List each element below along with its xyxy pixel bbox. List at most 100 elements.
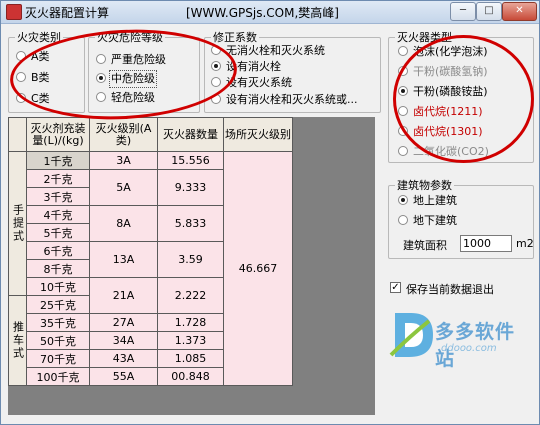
save-checkbox-label: 保存当前数据退出 [406, 283, 494, 296]
table-cell-capacity[interactable]: 6千克 [26, 241, 90, 260]
title-bar: 灭火器配置计算 [WWW.GPSjs.COM,樊高峰] ─ □ ✕ [1, 1, 539, 24]
table-cell-level[interactable]: 13A [89, 241, 158, 278]
group-label-handheld: 手提式 [8, 151, 27, 296]
table-cell-site-level[interactable]: 46.667 [223, 151, 293, 386]
table-cell-count[interactable]: 15.556 [157, 151, 224, 170]
watermark-logo-icon [389, 313, 433, 357]
table-cell-capacity[interactable]: 70千克 [26, 349, 90, 368]
correction-label-system: 设有灭火系统 [226, 76, 292, 89]
type-label-co2: 二氧化碳(CO2) [413, 145, 489, 158]
type-radio-powder-ammonium[interactable]: 干粉(磷酸铵盐) [398, 85, 488, 99]
group-label-cart: 推车式 [8, 295, 27, 386]
danger-level-legend: 火灾危险等级 [97, 31, 163, 44]
table-cell-count[interactable]: 1.085 [157, 349, 224, 368]
data-grid: 灭火剂充装量(L)/(kg) 灭火级别(A类) 灭火器数量 场所灭火级别 手提式… [8, 117, 375, 415]
table-cell-count[interactable]: 00.848 [157, 367, 224, 386]
table-cell-level[interactable]: 21A [89, 277, 158, 314]
radio-dot [16, 51, 26, 61]
correction-label-hydrant: 设有消火栓 [226, 60, 281, 73]
table-cell-capacity[interactable]: 100千克 [26, 367, 90, 386]
table-cell-capacity[interactable]: 1千克 [26, 151, 90, 170]
header-count: 灭火器数量 [157, 117, 224, 152]
table-cell-count[interactable]: 1.373 [157, 331, 224, 350]
table-cell-capacity[interactable]: 35千克 [26, 313, 90, 332]
building-label-above: 地上建筑 [413, 194, 457, 207]
corner-cell [8, 117, 27, 152]
table-cell-level[interactable]: 3A [89, 151, 158, 170]
fire-class-legend: 火灾类别 [17, 31, 61, 44]
watermark: 多多软件站 ddooo.com [389, 307, 529, 370]
radio-dot [398, 126, 408, 136]
radio-dot [398, 215, 408, 225]
extinguisher-type-legend: 灭火器类型 [397, 31, 452, 44]
type-radio-powder-sodium[interactable]: 干粉(碳酸氢钠) [398, 65, 488, 79]
radio-dot [398, 146, 408, 156]
minimize-button[interactable]: ─ [450, 2, 476, 21]
radio-dot [96, 54, 106, 64]
danger-radio-severe[interactable]: 严重危险级 [96, 53, 166, 67]
correction-label-both: 设有消火栓和灭火系统或... [226, 93, 358, 106]
building-label-below: 地下建筑 [413, 214, 457, 227]
radio-dot [398, 106, 408, 116]
fire-class-radio-a[interactable]: A类 [16, 50, 50, 64]
table-cell-count[interactable]: 9.333 [157, 169, 224, 206]
table-cell-capacity[interactable]: 8千克 [26, 259, 90, 278]
table-cell-capacity[interactable]: 50千克 [26, 331, 90, 350]
type-label-halon-1211: 卤代烷(1211) [413, 105, 483, 118]
radio-dot [398, 195, 408, 205]
type-label-powder-ammonium: 干粉(磷酸铵盐) [413, 85, 488, 98]
correction-radio-system[interactable]: 设有灭火系统 [211, 76, 292, 90]
building-legend: 建筑物参数 [397, 179, 452, 192]
maximize-button[interactable]: □ [476, 2, 502, 21]
radio-dot [398, 86, 408, 96]
table-cell-capacity[interactable]: 3千克 [26, 187, 90, 206]
table-cell-capacity[interactable]: 25千克 [26, 295, 90, 314]
fire-class-label-c: C类 [31, 92, 50, 105]
radio-dot [398, 46, 408, 56]
table-cell-capacity[interactable]: 10千克 [26, 277, 90, 296]
table-cell-level[interactable]: 5A [89, 169, 158, 206]
fire-class-label-b: B类 [31, 71, 50, 84]
close-button[interactable]: ✕ [502, 2, 537, 21]
radio-dot [16, 72, 26, 82]
header-site-level: 场所灭火级别 [223, 117, 293, 152]
radio-dot [211, 77, 221, 87]
table-cell-count[interactable]: 2.222 [157, 277, 224, 314]
area-input[interactable]: 1000 [460, 235, 512, 252]
danger-label-severe: 严重危险级 [111, 53, 166, 66]
table-cell-count[interactable]: 5.833 [157, 205, 224, 242]
header-level: 灭火级别(A类) [89, 117, 158, 152]
table-cell-count[interactable]: 1.728 [157, 313, 224, 332]
app-window: 灭火器配置计算 [WWW.GPSjs.COM,樊高峰] ─ □ ✕ 火灾类别 A… [0, 0, 540, 425]
table-cell-level[interactable]: 55A [89, 367, 158, 386]
type-label-foam: 泡沫(化学泡沫) [413, 45, 488, 58]
window-title: 灭火器配置计算 [25, 6, 110, 20]
table-cell-capacity[interactable]: 4千克 [26, 205, 90, 224]
type-label-halon-1301: 卤代烷(1301) [413, 125, 483, 138]
app-icon [6, 4, 22, 20]
type-radio-halon-1301[interactable]: 卤代烷(1301) [398, 125, 483, 139]
table-cell-level[interactable]: 8A [89, 205, 158, 242]
fire-class-radio-c[interactable]: C类 [16, 92, 50, 106]
correction-radio-none[interactable]: 无消火栓和灭火系统 [211, 44, 325, 58]
table-cell-level[interactable]: 34A [89, 331, 158, 350]
save-checkbox[interactable]: ✓ [390, 282, 401, 293]
table-cell-level[interactable]: 43A [89, 349, 158, 368]
building-radio-below[interactable]: 地下建筑 [398, 214, 457, 228]
type-radio-halon-1211[interactable]: 卤代烷(1211) [398, 105, 483, 119]
fire-class-radio-b[interactable]: B类 [16, 71, 50, 85]
building-radio-above[interactable]: 地上建筑 [398, 194, 457, 208]
table-cell-level[interactable]: 27A [89, 313, 158, 332]
radio-dot [96, 73, 106, 83]
table-cell-capacity[interactable]: 5千克 [26, 223, 90, 242]
table-cell-count[interactable]: 3.59 [157, 241, 224, 278]
danger-radio-light[interactable]: 轻危险级 [96, 91, 155, 105]
type-radio-co2[interactable]: 二氧化碳(CO2) [398, 145, 489, 159]
type-radio-foam[interactable]: 泡沫(化学泡沫) [398, 45, 488, 59]
type-label-powder-sodium: 干粉(碳酸氢钠) [413, 65, 488, 78]
correction-radio-hydrant[interactable]: 设有消火栓 [211, 60, 281, 74]
correction-radio-both[interactable]: 设有消火栓和灭火系统或... [211, 93, 358, 107]
table-cell-capacity[interactable]: 2千克 [26, 169, 90, 188]
watermark-url: ddooo.com [441, 343, 497, 354]
danger-radio-medium[interactable]: 中危险级 [96, 70, 157, 88]
